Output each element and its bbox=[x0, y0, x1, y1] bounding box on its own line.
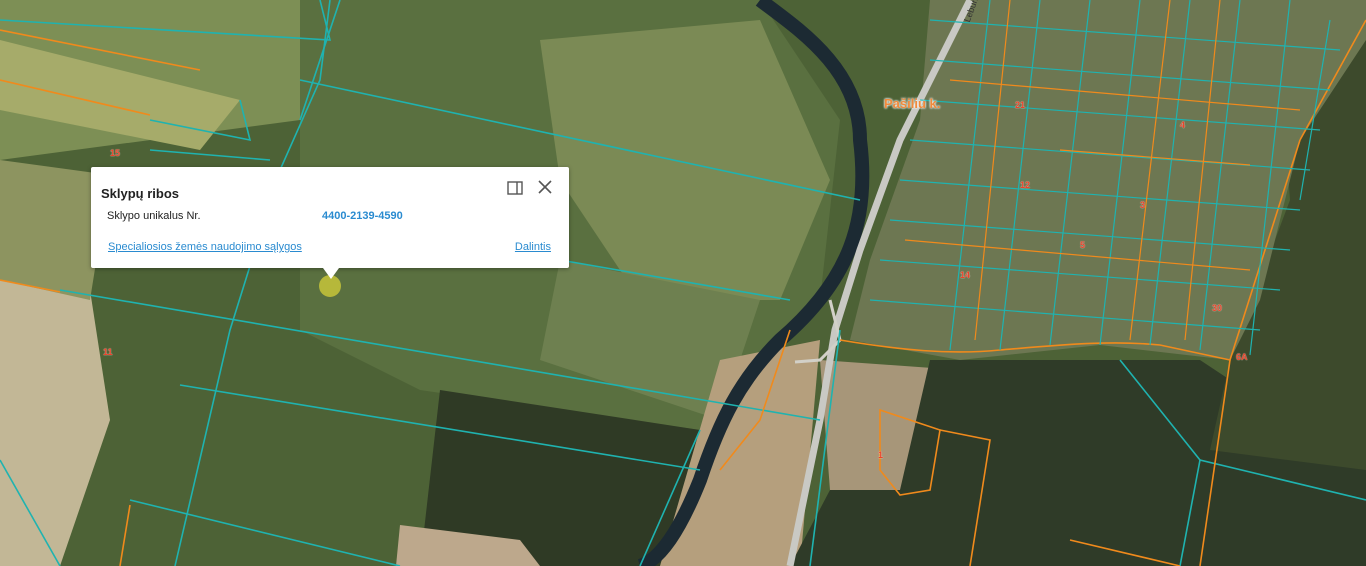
parcel-number: 5 bbox=[1080, 240, 1086, 250]
map-canvas[interactable] bbox=[0, 0, 1366, 566]
parcel-number: 3 bbox=[1140, 200, 1146, 210]
place-label: Pašiliu k. bbox=[884, 96, 941, 111]
parcel-number: 30 bbox=[1212, 303, 1223, 313]
parcel-id-label: Sklypo unikalus Nr. bbox=[107, 210, 201, 222]
parcel-number: 21 bbox=[1015, 100, 1026, 110]
popup-title: Sklypų ribos bbox=[101, 186, 180, 201]
parcel-number: 4 bbox=[1180, 120, 1186, 130]
parcel-number: 11 bbox=[103, 347, 113, 357]
parcel-number: 1 bbox=[878, 450, 884, 460]
close-icon[interactable] bbox=[537, 179, 553, 195]
expand-icon[interactable] bbox=[507, 181, 523, 195]
parcel-number: 12 bbox=[1020, 180, 1031, 190]
parcel-number: 15 bbox=[110, 148, 121, 158]
parcel-number: 14 bbox=[960, 270, 971, 280]
parcel-info-popup: Sklypų ribos Sklypo unikalus Nr. 4400-21… bbox=[91, 167, 569, 279]
land-use-conditions-link[interactable]: Specialiosios žemės naudojimo sąlygos bbox=[108, 241, 302, 253]
share-link[interactable]: Dalintis bbox=[515, 241, 551, 253]
popup-pointer bbox=[323, 268, 339, 279]
parcel-id-value: 4400-2139-4590 bbox=[322, 210, 403, 222]
parcel-number: 6A bbox=[1236, 352, 1248, 362]
